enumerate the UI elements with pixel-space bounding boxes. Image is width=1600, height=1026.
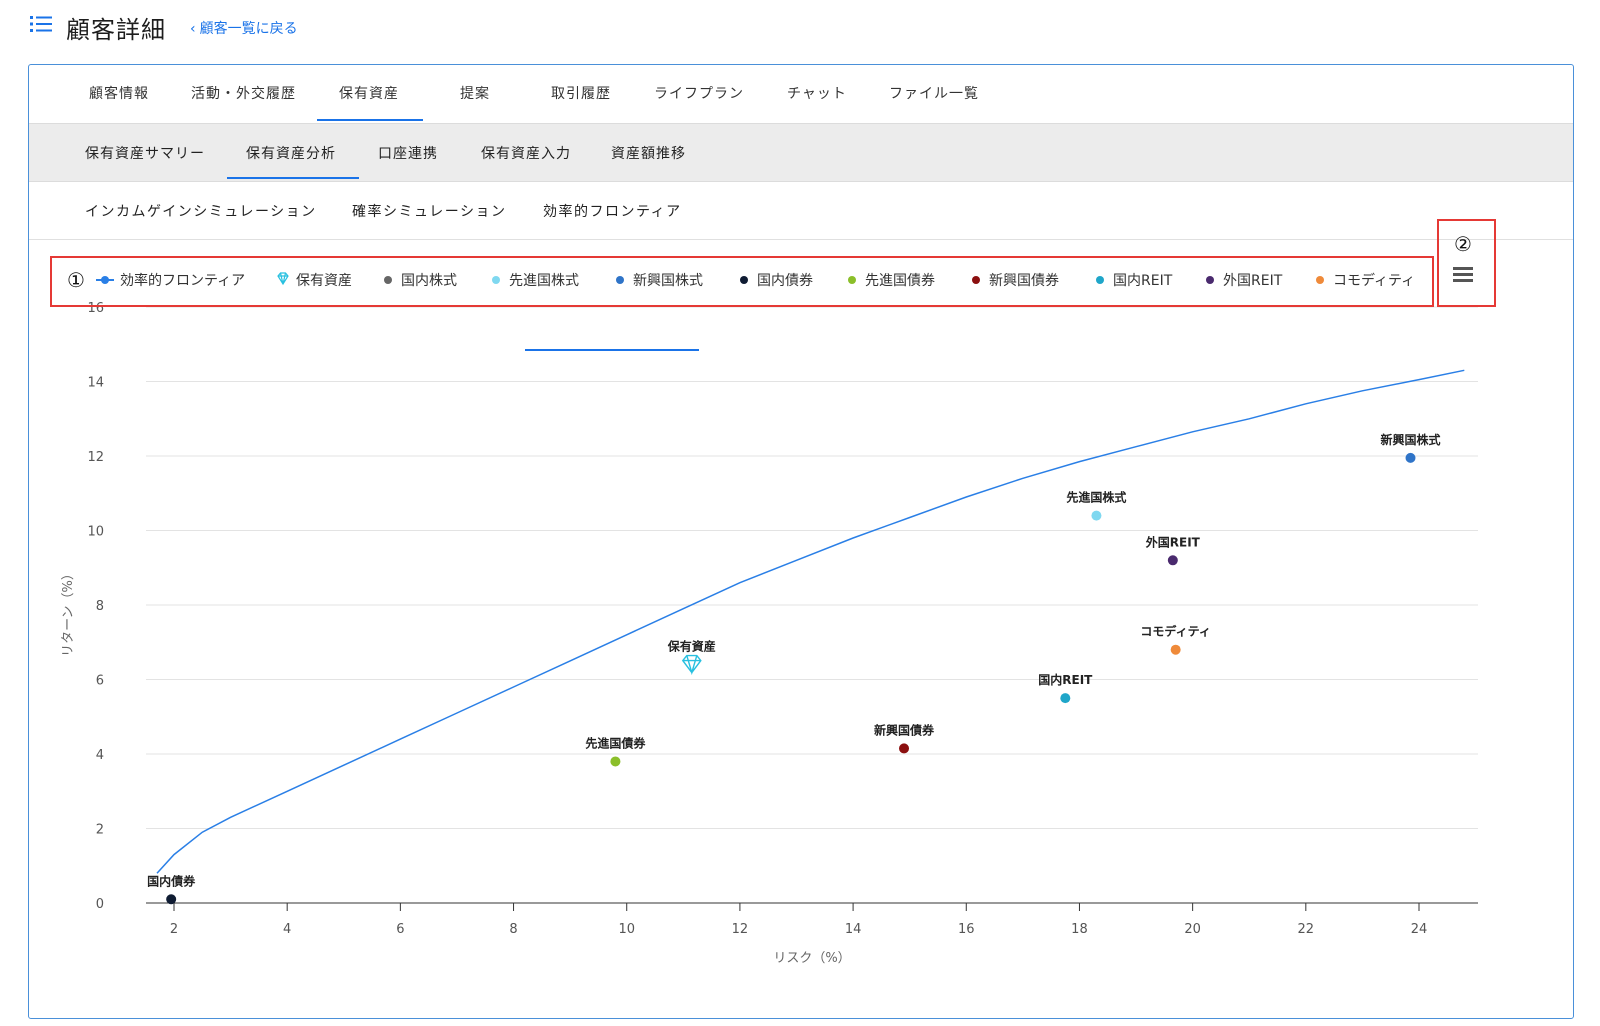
asset-point [1405, 452, 1416, 463]
x-tick-label: 10 [618, 922, 635, 937]
legend-item[interactable]: 新興国株式 [616, 270, 703, 290]
legend-dot [616, 276, 624, 284]
y-tick-label: 8 [96, 599, 104, 614]
legend-label: 新興国債券 [989, 273, 1059, 289]
y-tick-label: 6 [96, 674, 104, 689]
legend-label: 国内債券 [757, 273, 813, 289]
point-label: コモディティ [1140, 624, 1210, 639]
legend-dot [972, 276, 980, 284]
legend-dot [848, 276, 856, 284]
y-tick-label: 10 [87, 525, 104, 540]
holdings-diamond-point [681, 654, 702, 676]
efficient-frontier-chart: 02468101214162 4 6 8 10 12 14 16 18 20 22 24リスク（%）リ… [61, 301, 1478, 966]
asset-point [610, 756, 621, 767]
point-label: 先進国株式 [1066, 490, 1126, 505]
asset-point [166, 894, 177, 905]
legend-item[interactable]: コモディティ [1316, 270, 1415, 290]
legend-label: 先進国債券 [865, 273, 935, 289]
annotation-number-2: ② [1454, 232, 1472, 256]
x-tick-label: 20 [1184, 922, 1201, 937]
legend-item[interactable]: 国内債券 [740, 270, 813, 290]
x-axis-title: リスク（%） [773, 951, 850, 966]
y-tick-label: 2 [96, 823, 104, 838]
legend-label: 効率的フロンティア [120, 273, 246, 289]
x-tick-label: 22 [1298, 922, 1315, 937]
x-tick-label: 12 [732, 922, 749, 937]
point-label: 国内REIT [1038, 672, 1093, 687]
y-tick-label: 4 [96, 748, 104, 763]
legend-label: 先進国株式 [509, 273, 579, 289]
legend-dot [384, 276, 392, 284]
asset-point [1091, 510, 1102, 521]
legend-item[interactable]: 国内REIT [1096, 270, 1172, 290]
point-label: 外国REIT [1146, 534, 1201, 549]
legend-item[interactable]: 保有資産 [276, 270, 352, 290]
chart-menu-hamburger-icon[interactable] [1453, 265, 1473, 283]
annotation-number-1: ① [67, 268, 85, 292]
diamond-icon [277, 272, 289, 286]
y-tick-label: 12 [87, 450, 104, 465]
legend-dot [492, 276, 500, 284]
legend-item[interactable]: 先進国債券 [848, 270, 935, 290]
x-tick-label: 14 [845, 922, 862, 937]
legend-label: 外国REIT [1223, 273, 1283, 289]
x-tick-label: 2 [170, 922, 178, 937]
legend-item[interactable]: 国内株式 [384, 270, 457, 290]
legend-dot [1316, 276, 1324, 284]
point-label: 国内債券 [147, 873, 196, 888]
legend-line-marker [96, 276, 114, 284]
legend-label: コモディティ [1333, 273, 1416, 289]
y-tick-label: 0 [96, 897, 104, 912]
legend-dot [1206, 276, 1214, 284]
x-tick-label: 4 [283, 922, 291, 937]
legend-item[interactable]: 先進国株式 [492, 270, 579, 290]
x-tick-label: 6 [396, 922, 404, 937]
asset-point [1170, 644, 1181, 655]
point-label: 保有資産 [667, 639, 716, 654]
asset-point [1167, 555, 1178, 566]
legend-item[interactable]: 外国REIT [1206, 270, 1282, 290]
legend-label: 国内株式 [401, 273, 457, 289]
point-label: 新興国債券 [874, 722, 935, 737]
legend-item[interactable]: 新興国債券 [972, 270, 1059, 290]
x-tick-label: 16 [958, 922, 975, 937]
x-tick-label: 18 [1071, 922, 1088, 937]
y-axis-title: リターン（%） [61, 567, 76, 657]
efficient-frontier-line [156, 369, 1465, 874]
legend-item[interactable]: 効率的フロンティア [96, 270, 245, 290]
point-label: 新興国株式 [1381, 432, 1441, 447]
point-label: 先進国債券 [585, 735, 646, 750]
y-tick-label: 14 [87, 376, 104, 391]
legend-dot [740, 276, 748, 284]
x-tick-label: 24 [1411, 922, 1428, 937]
legend-dot [1096, 276, 1104, 284]
legend-label: 新興国株式 [633, 273, 703, 289]
x-tick-label: 8 [509, 922, 517, 937]
asset-point [899, 743, 910, 754]
legend-label: 国内REIT [1113, 273, 1173, 289]
asset-point [1060, 693, 1071, 704]
legend-label: 保有資産 [296, 273, 352, 289]
